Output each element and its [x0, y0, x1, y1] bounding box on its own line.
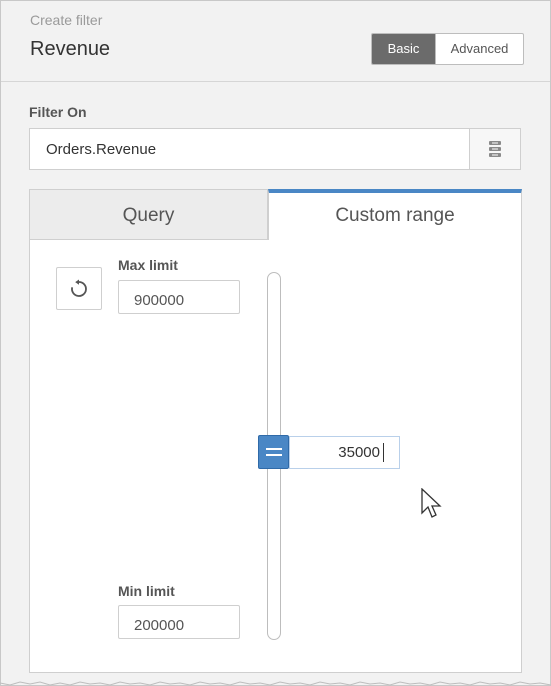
filter-on-label: Filter On [29, 104, 87, 120]
advanced-mode-button[interactable]: Advanced [435, 34, 523, 64]
browse-fields-button[interactable] [469, 128, 521, 170]
mouse-pointer-icon [421, 488, 442, 518]
max-limit-input[interactable]: 900000 [118, 280, 240, 314]
reset-icon [71, 279, 87, 297]
range-slider-handle[interactable] [258, 435, 289, 469]
max-limit-label: Max limit [118, 257, 178, 273]
database-icon [489, 141, 501, 157]
drag-handle-icon [265, 448, 282, 456]
dialog-header: Create filter Revenue Basic Advanced [1, 1, 550, 82]
dialog-title: Revenue [30, 38, 111, 60]
min-limit-label: Min limit [118, 583, 175, 599]
basic-mode-button[interactable]: Basic [372, 34, 435, 64]
text-caret [383, 443, 384, 462]
mode-toggle: Basic Advanced [371, 33, 524, 65]
filter-on-field[interactable]: Orders.Revenue [29, 128, 469, 170]
reset-button[interactable] [56, 267, 102, 310]
dialog-subtitle: Create filter [30, 12, 103, 28]
filter-tabs: Query Custom range [29, 189, 522, 241]
torn-edge [0, 681, 551, 686]
min-limit-input[interactable]: 200000 [118, 605, 240, 639]
tab-query[interactable]: Query [29, 189, 268, 240]
tab-custom-range[interactable]: Custom range [268, 189, 522, 241]
